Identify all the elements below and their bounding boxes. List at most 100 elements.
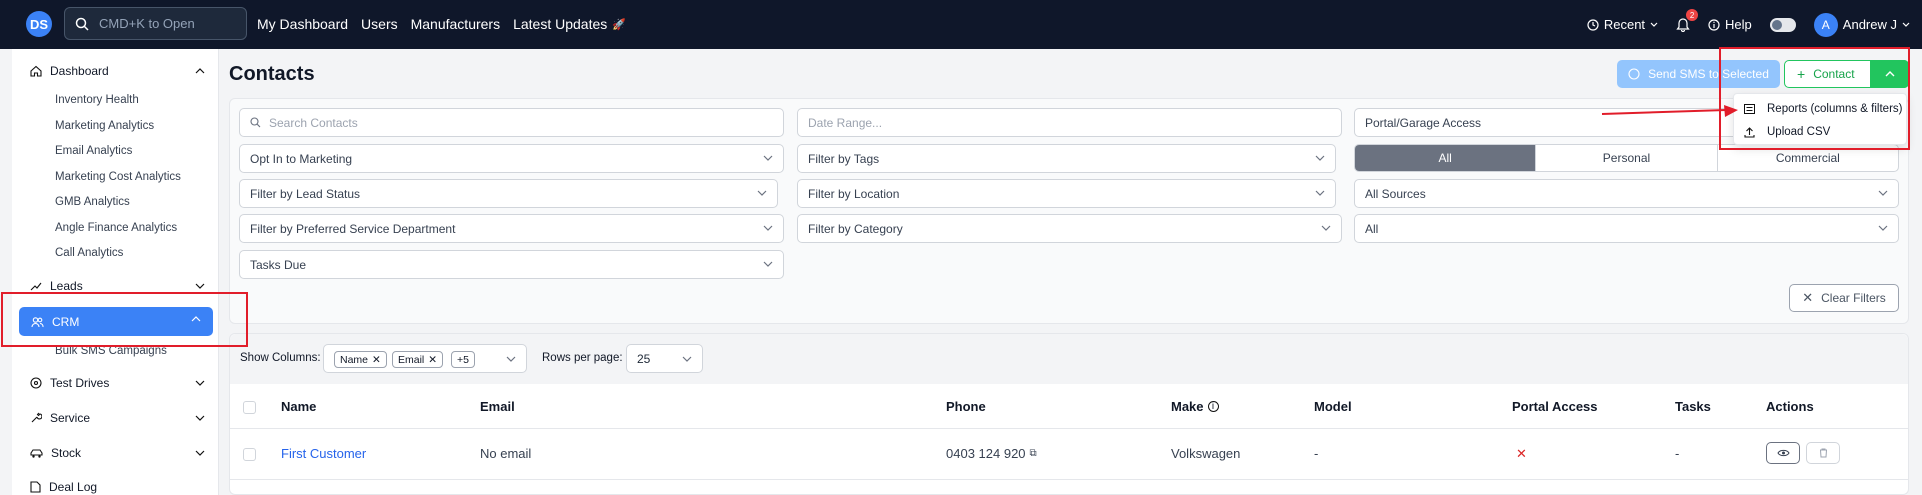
location-filter-select[interactable]: Filter by Location (797, 179, 1336, 208)
column-header-name[interactable]: Name (281, 399, 316, 414)
chevron-down-icon (1315, 190, 1325, 196)
view-contact-button[interactable] (1766, 442, 1800, 464)
home-icon (30, 65, 42, 77)
select-all-checkbox[interactable] (243, 401, 256, 414)
column-header-tasks[interactable]: Tasks (1675, 399, 1711, 414)
nav-my-dashboard[interactable]: My Dashboard (257, 16, 348, 32)
sidebar-item-label: Dashboard (50, 64, 109, 78)
preferred-department-select[interactable]: Filter by Preferred Service Department (239, 214, 784, 243)
copy-icon[interactable]: ⧉ (1030, 448, 1037, 459)
column-header-portal-access[interactable]: Portal Access (1512, 399, 1598, 414)
row-divider (230, 428, 1908, 429)
column-header-email[interactable]: Email (480, 399, 515, 414)
column-header-phone[interactable]: Phone (946, 399, 986, 414)
sidebar-subitem-inventory-health[interactable]: Inventory Health (55, 94, 139, 106)
nav-users[interactable]: Users (361, 16, 398, 32)
chevron-down-icon (1878, 190, 1888, 196)
date-range-placeholder: Date Range... (808, 115, 883, 130)
nav-manufacturers[interactable]: Manufacturers (411, 16, 500, 32)
global-search[interactable]: CMD+K to Open (64, 7, 247, 40)
contact-tasks: - (1675, 446, 1680, 461)
show-columns-label: Show Columns: (240, 352, 321, 364)
sidebar-subitem-marketing-cost-analytics[interactable]: Marketing Cost Analytics (55, 171, 181, 183)
user-menu[interactable]: A Andrew J (1813, 12, 1910, 37)
sidebar-subitem-email-analytics[interactable]: Email Analytics (55, 145, 132, 157)
category-filter-value: Filter by Category (808, 221, 903, 236)
tasks-due-select[interactable]: Tasks Due (239, 250, 784, 279)
chevron-up-icon (195, 68, 205, 74)
clear-filters-button[interactable]: ✕ Clear Filters (1789, 284, 1899, 312)
sidebar-item-label: Service (50, 411, 91, 425)
sidebar-item-leads[interactable]: Leads (30, 279, 205, 293)
sidebar-subitem-call-analytics[interactable]: Call Analytics (55, 247, 123, 259)
theme-toggle[interactable] (1769, 17, 1796, 32)
column-chip-email[interactable]: Email ✕ (392, 351, 444, 368)
delete-contact-button[interactable] (1806, 442, 1840, 464)
sidebar-item-stock[interactable]: Stock (30, 446, 205, 460)
app-logo[interactable]: DS (26, 11, 52, 37)
search-placeholder: CMD+K to Open (99, 16, 195, 31)
chevron-down-icon (195, 415, 205, 421)
chevron-down-icon (763, 261, 773, 267)
all-select[interactable]: All (1354, 214, 1899, 243)
sidebar-item-service[interactable]: Service (30, 411, 205, 425)
close-icon[interactable]: ✕ (428, 354, 437, 366)
sidebar-item-deal-log[interactable]: Deal Log (30, 480, 205, 494)
sidebar-item-dashboard[interactable]: Dashboard (30, 64, 205, 78)
row-checkbox[interactable] (243, 448, 256, 461)
rows-per-page-label: Rows per page: (542, 352, 623, 364)
notifications-button[interactable]: 2 (1676, 9, 1699, 32)
segment-all[interactable]: All (1355, 145, 1537, 171)
close-icon[interactable]: ✕ (372, 354, 381, 366)
search-contacts-input[interactable]: Search Contacts (239, 108, 784, 137)
recent-label: Recent (1603, 17, 1646, 32)
eye-icon (1776, 449, 1790, 457)
chevron-down-icon (763, 155, 773, 161)
column-header-actions: Actions (1766, 399, 1814, 414)
trending-up-icon (30, 282, 42, 291)
sources-select[interactable]: All Sources (1354, 179, 1899, 208)
sidebar-item-test-drives[interactable]: Test Drives (30, 376, 205, 390)
chat-icon (1628, 68, 1640, 80)
contact-phone: 0403 124 920 ⧉ (946, 446, 1037, 461)
opt-in-marketing-select[interactable]: Opt In to Marketing (239, 144, 784, 173)
column-header-model[interactable]: Model (1314, 399, 1352, 414)
contact-name-link[interactable]: First Customer (281, 446, 366, 461)
rows-per-page-select[interactable]: 25 (626, 344, 703, 373)
preferred-department-value: Filter by Preferred Service Department (250, 221, 456, 236)
category-filter-select[interactable]: Filter by Category (797, 214, 1342, 243)
chevron-down-icon (195, 380, 205, 386)
segment-personal[interactable]: Personal (1536, 145, 1718, 171)
nav-latest-updates[interactable]: Latest Updates 🚀 (513, 16, 626, 32)
nav-latest-updates-label: Latest Updates (513, 16, 608, 32)
help-button[interactable]: Help (1708, 17, 1752, 32)
sidebar-subitem-angle-finance-analytics[interactable]: Angle Finance Analytics (55, 222, 177, 234)
lead-status-value: Filter by Lead Status (250, 186, 361, 201)
column-header-make[interactable]: Make i (1171, 399, 1219, 414)
column-header-label: Make (1171, 399, 1204, 414)
top-bar: DS CMD+K to Open My Dashboard Users Manu… (0, 0, 1922, 49)
chevron-down-icon (1650, 22, 1658, 27)
document-icon (30, 481, 41, 493)
sidebar-subitem-gmb-analytics[interactable]: GMB Analytics (55, 196, 130, 208)
chevron-down-icon (1321, 225, 1331, 231)
sidebar-subitem-marketing-analytics[interactable]: Marketing Analytics (55, 120, 154, 132)
chevron-down-icon (195, 283, 205, 289)
search-icon (75, 17, 89, 31)
sidebar-item-label: Deal Log (49, 480, 98, 494)
info-icon (1708, 18, 1720, 31)
sidebar-item-label: Leads (50, 279, 83, 293)
date-range-input[interactable]: Date Range... (797, 108, 1342, 137)
column-chip-more[interactable]: +5 (451, 351, 475, 368)
tags-filter-select[interactable]: Filter by Tags (797, 144, 1336, 173)
sources-value: All Sources (1365, 186, 1426, 201)
rows-per-page-value: 25 (637, 351, 651, 366)
lead-status-select[interactable]: Filter by Lead Status (239, 179, 778, 208)
avatar: A (1813, 12, 1838, 37)
row-divider (230, 479, 1908, 480)
search-contacts-placeholder: Search Contacts (269, 115, 358, 130)
column-chip-name[interactable]: Name ✕ (334, 351, 387, 368)
clear-filters-label: Clear Filters (1821, 291, 1886, 305)
recent-menu[interactable]: Recent (1587, 17, 1658, 32)
columns-select[interactable]: Name ✕ Email ✕ +5 (323, 344, 527, 373)
